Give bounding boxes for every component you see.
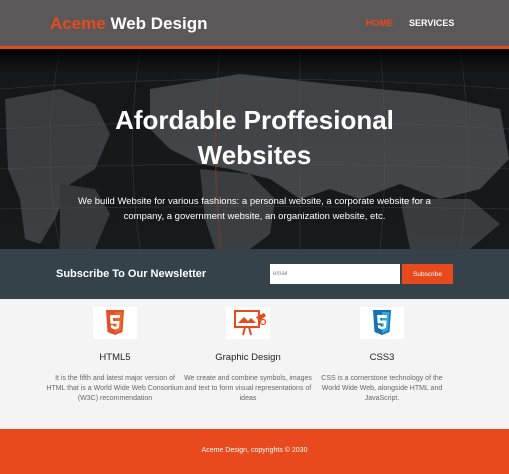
- site-header: Aceme Web Design HOME SERVICES: [0, 0, 509, 49]
- showcase-banner: Afordable Proffesional Websites We build…: [0, 49, 509, 249]
- newsletter-title: Subscribe To Our Newsletter: [56, 268, 207, 280]
- feature-title-graphic-design: Graphic Design: [215, 352, 281, 363]
- footer-copyright: Aceme Design, copyrights © 2030: [201, 447, 308, 454]
- brand-logo[interactable]: Aceme Web Design: [50, 14, 207, 34]
- feature-title-css3: CSS3: [369, 352, 395, 363]
- html5-logo-icon: [93, 307, 137, 339]
- newsletter-section: Subscribe To Our Newsletter Subscribe: [0, 249, 509, 299]
- email-input[interactable]: [270, 264, 400, 284]
- feature-text-html5: It is the fifth and latest major version…: [46, 375, 184, 402]
- css3-logo-icon: [360, 307, 404, 339]
- brand-name: Web Design: [105, 14, 208, 33]
- feature-text-graphic-design: We create and combine symbols, images an…: [184, 375, 312, 402]
- showcase-description: We build Website for various fashions: a…: [78, 196, 431, 222]
- graphic-design-icon: [226, 307, 270, 339]
- nav-services-link[interactable]: SERVICES: [409, 18, 454, 28]
- feature-title-html5: HTML5: [99, 352, 131, 363]
- nav-home-link[interactable]: HOME: [366, 18, 393, 28]
- feature-text-css3: CSS is a cornerstone technology of the W…: [321, 375, 443, 402]
- showcase-heading-line1: Afordable Proffesional: [115, 105, 394, 135]
- showcase-heading-line2: Websites: [197, 140, 312, 170]
- site-footer: Aceme Design, copyrights © 2030: [0, 429, 509, 474]
- subscribe-button[interactable]: Subscribe: [402, 264, 453, 284]
- brand-highlight: Aceme: [50, 14, 106, 33]
- showcase-heading: Afordable Proffesional Websites: [0, 103, 509, 173]
